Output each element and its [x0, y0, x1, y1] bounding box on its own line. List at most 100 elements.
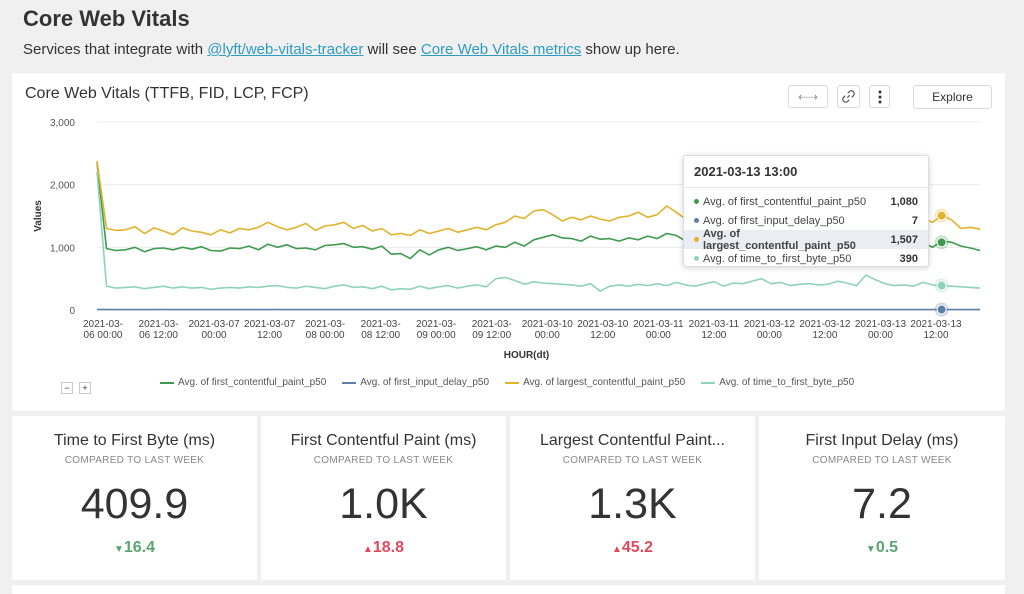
chart-legend: Avg. of first_contentful_paint_p50 Avg. …	[160, 377, 854, 388]
x-tick-label: 2021-03-10	[577, 319, 629, 330]
x-tick-label: 2021-03-	[83, 319, 123, 330]
x-tick-label: 00:00	[868, 330, 893, 341]
tooltip-series-name: Avg. of first_contentful_paint_p50	[703, 195, 867, 208]
x-tick-label: 00:00	[535, 330, 560, 341]
tooltip-dot	[694, 256, 699, 261]
legend-item-lcp[interactable]: Avg. of largest_contentful_paint_p50	[505, 377, 685, 388]
kpi-card-lcp[interactable]: Largest Contentful Paint... COMPARED TO …	[510, 416, 755, 580]
x-tick-label: 2021-03-11	[689, 319, 740, 330]
x-tick-label: 2021-03-	[139, 319, 179, 330]
chart-card: Core Web Vitals (TTFB, FID, LCP, FCP) ⇠⇢…	[12, 73, 1005, 411]
kpi-card-fid[interactable]: First Input Delay (ms) COMPARED TO LAST …	[759, 416, 1005, 580]
kpi-subtitle: COMPARED TO LAST WEEK	[812, 455, 952, 466]
zoom-out-button[interactable]: −	[61, 382, 73, 394]
x-tick-label: 12:00	[701, 330, 726, 341]
subtitle-middle: will see	[363, 41, 421, 58]
legend-item-fcp[interactable]: Avg. of first_contentful_paint_p50	[160, 377, 326, 388]
chart-tooltip: 2021-03-13 13:00 Avg. of first_contentfu…	[683, 155, 929, 267]
kpi-title: First Input Delay (ms)	[805, 432, 959, 449]
kpi-title: Largest Contentful Paint...	[540, 432, 725, 449]
kpi-value: 409.9	[80, 480, 189, 528]
x-tick-label: 2021-03-	[361, 319, 401, 330]
kpi-value: 7.2	[852, 480, 912, 528]
legend-swatch-ttfb	[701, 381, 716, 384]
tooltip-series-value: 1,507	[890, 233, 918, 246]
x-tick-label: 09 12:00	[472, 330, 511, 341]
x-tick-label: 2021-03-07	[244, 319, 296, 330]
x-tick-label: 2021-03-	[305, 319, 345, 330]
highlight-point	[936, 280, 947, 291]
kpi-card-ttfb[interactable]: Time to First Byte (ms) COMPARED TO LAST…	[12, 416, 257, 580]
x-tick-label: 12:00	[590, 330, 615, 341]
x-axis-label: HOUR(dt)	[504, 350, 550, 361]
kpi-delta: ▼16.4	[12, 539, 257, 557]
triangle-up-icon: ▲	[362, 544, 373, 555]
legend-swatch-fcp	[160, 381, 174, 384]
tooltip-row: Avg. of first_contentful_paint_p50 1,080	[684, 192, 928, 211]
kpi-value: 1.3K	[588, 480, 677, 528]
tooltip-row: Avg. of time_to_first_byte_p50 390	[684, 249, 928, 268]
x-tick-label: 08 00:00	[306, 330, 345, 341]
y-tick-label: 1,000	[50, 243, 75, 254]
legend-label: Avg. of time_to_first_byte_p50	[719, 377, 855, 388]
tooltip-dot	[694, 237, 699, 242]
x-tick-label: 09 00:00	[417, 330, 456, 341]
kpi-subtitle: COMPARED TO LAST WEEK	[64, 455, 205, 466]
kpi-subtitle: COMPARED TO LAST WEEK	[562, 455, 703, 466]
x-tick-label: 12:00	[257, 330, 282, 341]
triangle-up-icon: ▲	[611, 544, 622, 555]
tooltip-series-name: Avg. of time_to_first_byte_p50	[703, 252, 852, 265]
x-tick-label: 08 12:00	[361, 330, 400, 341]
kpi-title: First Contentful Paint (ms)	[290, 432, 477, 449]
kpi-delta: ▲18.8	[261, 539, 506, 557]
kpi-delta-value: 18.8	[372, 539, 405, 556]
tooltip-row-highlighted: Avg. of largest_contentful_paint_p50 1,5…	[684, 228, 928, 252]
triangle-down-icon: ▼	[865, 544, 876, 555]
legend-swatch-lcp	[505, 381, 520, 384]
x-tick-label: 2021-03-11	[633, 319, 684, 330]
kpi-delta-value: 0.5	[875, 539, 899, 556]
legend-label: Avg. of first_input_delay_p50	[360, 377, 490, 388]
page-title: Core Web Vitals	[23, 6, 190, 31]
legend-item-fid[interactable]: Avg. of first_input_delay_p50	[342, 377, 489, 388]
kpi-subtitle: COMPARED TO LAST WEEK	[313, 455, 454, 466]
tooltip-dot	[694, 199, 699, 204]
kpi-value: 1.0K	[339, 480, 428, 528]
kpi-title: Time to First Byte (ms)	[53, 432, 216, 449]
x-tick-label: 2021-03-	[472, 319, 512, 330]
tooltip-series-name: Avg. of first_input_delay_p50	[703, 214, 845, 227]
x-tick-label: 12:00	[923, 330, 948, 341]
kpi-delta: ▼0.5	[759, 539, 1005, 557]
highlight-point	[936, 304, 947, 315]
x-tick-label: 06 00:00	[84, 330, 123, 341]
kpi-card-fcp[interactable]: First Contentful Paint (ms) COMPARED TO …	[261, 416, 506, 580]
highlight-point	[936, 210, 947, 221]
kpi-delta-value: 45.2	[621, 539, 654, 556]
subtitle-suffix: show up here.	[581, 41, 680, 58]
legend-label: Avg. of first_contentful_paint_p50	[178, 377, 327, 388]
x-tick-label: 2021-03-12	[799, 319, 851, 330]
tooltip-series-value: 390	[899, 252, 918, 265]
x-tick-label: 00:00	[202, 330, 227, 341]
x-tick-label: 2021-03-07	[188, 319, 240, 330]
page-subtitle: Services that integrate with @lyft/web-v…	[23, 41, 680, 58]
tooltip-title: 2021-03-13 13:00	[684, 156, 928, 188]
tooltip-dot	[694, 218, 699, 223]
web-vitals-tracker-link[interactable]: @lyft/web-vitals-tracker	[207, 41, 363, 58]
tooltip-series-value: 1,080	[890, 195, 918, 208]
core-web-vitals-metrics-link[interactable]: Core Web Vitals metrics	[421, 41, 581, 58]
x-tick-label: 2021-03-13	[910, 319, 962, 330]
tooltip-series-value: 7	[911, 214, 918, 227]
y-axis-label: Values	[33, 200, 44, 232]
next-panel-edge	[12, 585, 1005, 594]
legend-item-ttfb[interactable]: Avg. of time_to_first_byte_p50	[701, 377, 854, 388]
legend-swatch-fid	[342, 381, 357, 384]
x-tick-label: 2021-03-13	[855, 319, 907, 330]
x-tick-label: 12:00	[812, 330, 837, 341]
highlight-point	[936, 237, 947, 248]
y-tick-label: 3,000	[50, 118, 75, 129]
x-tick-label: 06 12:00	[139, 330, 178, 341]
legend-label: Avg. of largest_contentful_paint_p50	[523, 377, 686, 388]
kpi-delta-value: 16.4	[123, 539, 156, 556]
zoom-in-button[interactable]: +	[79, 382, 91, 394]
